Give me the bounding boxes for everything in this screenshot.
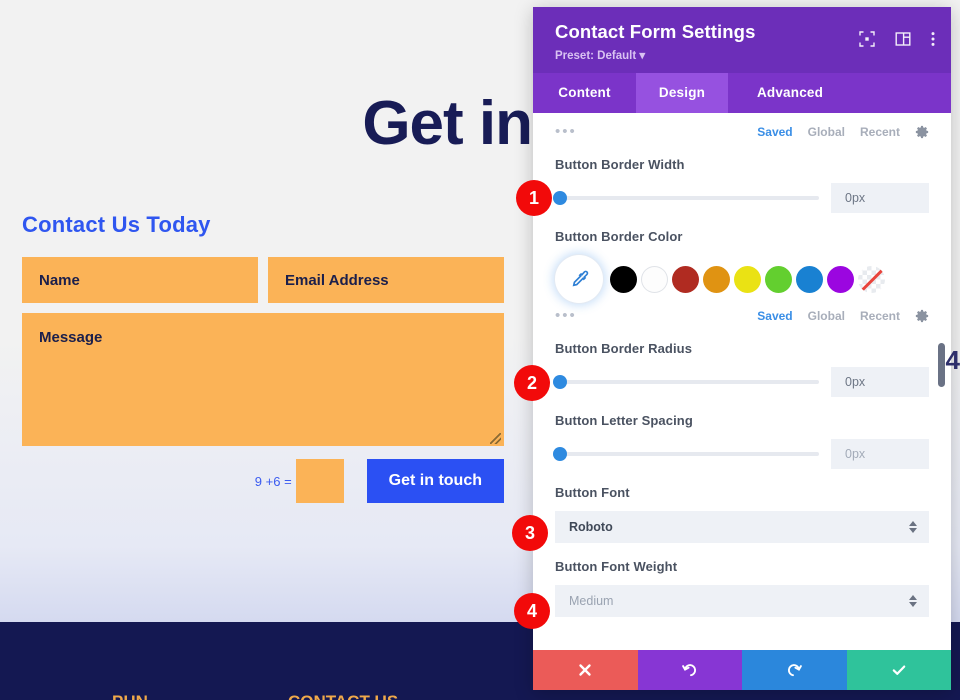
form-heading: Contact Us Today: [22, 212, 211, 237]
label-button-letter-spacing: Button Letter Spacing: [555, 413, 693, 428]
preset-bar-color: ••• Saved Global Recent: [555, 307, 929, 325]
swatch-blue[interactable]: [796, 265, 823, 293]
annotation-badge-3: 3: [512, 515, 548, 551]
select-button-font[interactable]: Roboto: [555, 511, 929, 543]
checkmark-icon: [892, 665, 906, 675]
annotation-badge-2: 2: [514, 365, 550, 401]
gear-icon[interactable]: [915, 125, 929, 139]
chevron-down-icon: ▾: [639, 50, 646, 62]
swatch-black[interactable]: [610, 265, 637, 293]
swatch-purple[interactable]: [827, 265, 854, 293]
chevron-updown-icon: [909, 595, 917, 607]
select-button-font-weight-value: Medium: [569, 594, 614, 608]
submit-row: 9 +6 = Get in touch: [22, 459, 504, 503]
fullscreen-icon[interactable]: [859, 31, 875, 47]
message-textarea[interactable]: Message: [22, 313, 504, 446]
select-button-font-value: Roboto: [569, 520, 613, 534]
more-options-icon[interactable]: •••: [555, 124, 577, 139]
value-border-width[interactable]: 0px: [831, 183, 929, 213]
footer-text-right: CONTACT US: [288, 692, 398, 700]
slider-row-border-width: 0px: [553, 183, 929, 213]
swatch-green[interactable]: [765, 265, 792, 293]
preset-link-recent[interactable]: Recent: [860, 309, 900, 323]
captcha-label: 9 +6 =: [254, 473, 292, 489]
email-input[interactable]: Email Address: [268, 257, 504, 303]
submit-button[interactable]: Get in touch: [366, 459, 504, 503]
slider-handle[interactable]: [553, 447, 567, 461]
more-options-icon[interactable]: •••: [555, 308, 577, 323]
footer-text-left: PHN: [112, 692, 148, 700]
control-button-letter-spacing: Button Letter Spacing 0px: [553, 413, 929, 469]
modal-tabs: Content Design Advanced: [533, 73, 951, 113]
value-letter-spacing[interactable]: 0px: [831, 439, 929, 469]
form-row-name-email: Name Email Address: [22, 257, 504, 303]
slider-row-border-radius: 0px: [553, 367, 929, 397]
modal-preset-selector[interactable]: Preset: Default ▾: [555, 48, 933, 62]
settings-panel-body: ••• Saved Global Recent Button Border Wi…: [533, 113, 951, 650]
preset-link-global[interactable]: Global: [808, 125, 845, 139]
contact-form: Contact Us Today Name Email Address Mess…: [22, 212, 504, 503]
swatch-dark-red[interactable]: [672, 265, 699, 293]
swatch-transparent[interactable]: [858, 265, 885, 293]
preset-label: Preset: Default: [555, 50, 637, 62]
preset-links-top: Saved Global Recent: [757, 125, 929, 139]
preset-bar-top: ••• Saved Global Recent: [555, 113, 929, 141]
redo-icon: [788, 664, 803, 677]
captcha-input[interactable]: [295, 459, 344, 503]
swatch-orange[interactable]: [703, 265, 730, 293]
undo-icon: [681, 664, 696, 677]
chevron-updown-icon: [909, 521, 917, 533]
label-button-border-radius: Button Border Radius: [555, 341, 693, 356]
redo-button[interactable]: [742, 650, 847, 690]
slider-border-radius[interactable]: [553, 375, 819, 389]
preset-link-saved[interactable]: Saved: [757, 309, 792, 323]
label-button-font: Button Font: [555, 485, 630, 500]
preset-links-color: Saved Global Recent: [757, 309, 929, 323]
undo-button[interactable]: [637, 650, 742, 690]
contact-form-settings-modal: Contact Form Settings Preset: Default ▾: [533, 7, 951, 690]
slider-handle[interactable]: [553, 375, 567, 389]
value-border-radius[interactable]: 0px: [831, 367, 929, 397]
tab-advanced[interactable]: Advanced: [728, 73, 852, 113]
control-button-border-radius: Button Border Radius 0px: [553, 341, 929, 397]
cancel-button[interactable]: [533, 650, 638, 690]
preset-link-saved[interactable]: Saved: [757, 125, 792, 139]
annotation-badge-1: 1: [516, 180, 552, 216]
color-swatch-list: [555, 255, 929, 303]
preset-link-recent[interactable]: Recent: [860, 125, 900, 139]
cut-off-digit: 4: [945, 345, 960, 375]
page-title: Get in: [362, 89, 533, 158]
tab-design[interactable]: Design: [636, 73, 728, 113]
slider-letter-spacing[interactable]: [553, 447, 819, 461]
select-button-font-weight[interactable]: Medium: [555, 585, 929, 617]
more-vertical-icon[interactable]: [931, 31, 935, 47]
gear-icon[interactable]: [915, 309, 929, 323]
slider-handle[interactable]: [553, 191, 567, 205]
save-button[interactable]: [846, 650, 951, 690]
label-button-border-width: Button Border Width: [555, 157, 685, 172]
layout-icon[interactable]: [895, 31, 911, 47]
slider-border-width[interactable]: [553, 191, 819, 205]
tab-content[interactable]: Content: [533, 73, 636, 113]
swatch-white[interactable]: [641, 265, 668, 293]
eyedropper-icon[interactable]: [555, 255, 603, 303]
modal-footer: [533, 650, 951, 690]
name-input[interactable]: Name: [22, 257, 258, 303]
control-button-font-weight: Button Font Weight Medium: [555, 559, 929, 617]
panel-scrollbar[interactable]: [938, 343, 945, 387]
control-button-border-color: Button Border Color ••• Saved Global Rec…: [555, 229, 929, 325]
modal-header: Contact Form Settings Preset: Default ▾: [533, 7, 951, 73]
annotation-badge-4: 4: [514, 593, 550, 629]
label-button-font-weight: Button Font Weight: [555, 559, 678, 574]
control-button-font: Button Font Roboto: [555, 485, 929, 543]
label-button-border-color: Button Border Color: [555, 229, 683, 244]
slider-row-letter-spacing: 0px: [553, 439, 929, 469]
close-icon: [579, 664, 591, 676]
modal-header-icons: [859, 31, 935, 47]
preset-link-global[interactable]: Global: [808, 309, 845, 323]
control-button-border-width: Button Border Width 0px: [553, 157, 929, 213]
swatch-yellow[interactable]: [734, 265, 761, 293]
